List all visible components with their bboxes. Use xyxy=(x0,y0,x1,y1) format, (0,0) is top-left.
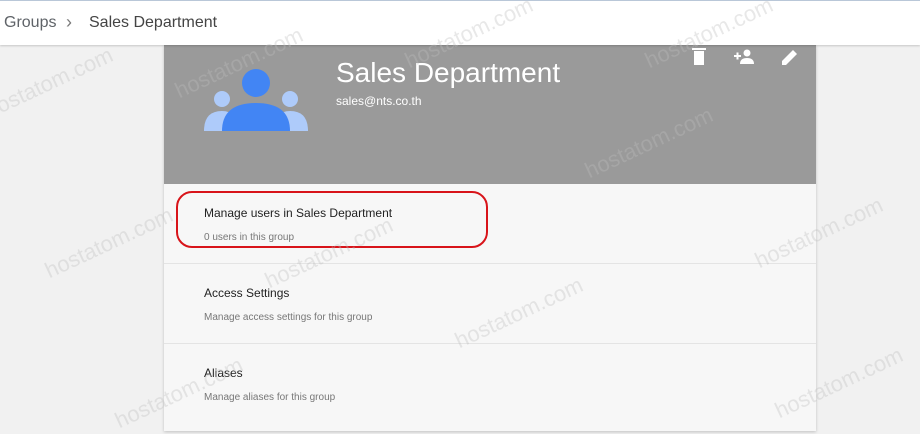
row-title: Aliases xyxy=(204,366,243,380)
list-item-access-settings[interactable]: Access Settings Manage access settings f… xyxy=(164,264,816,344)
row-subtitle: Manage access settings for this group xyxy=(204,312,373,323)
group-avatar-icon xyxy=(204,69,308,131)
add-member-icon[interactable] xyxy=(732,45,756,69)
row-title: Access Settings xyxy=(204,286,290,300)
watermark: hostatom.com xyxy=(40,202,177,284)
breadcrumb-current: Sales Department xyxy=(89,14,218,31)
group-header: Sales Department sales@nts.co.th xyxy=(164,45,816,184)
list-item-aliases[interactable]: Aliases Manage aliases for this group xyxy=(164,344,816,424)
trash-icon[interactable] xyxy=(687,45,711,69)
group-title: Sales Department xyxy=(336,57,561,88)
row-subtitle: Manage aliases for this group xyxy=(204,392,336,403)
row-subtitle: 0 users in this group xyxy=(204,232,295,243)
breadcrumb-groups-link[interactable]: Groups xyxy=(4,14,56,32)
row-title: Manage users in Sales Department xyxy=(204,206,393,220)
watermark: hostatom.com xyxy=(0,42,117,124)
top-bar: Groups › Sales Department xyxy=(0,0,920,45)
pencil-icon[interactable] xyxy=(778,45,802,69)
group-email: sales@nts.co.th xyxy=(336,94,422,108)
list-item-manage-users[interactable]: Manage users in Sales Department 0 users… xyxy=(164,184,816,264)
group-card: Sales Department sales@nts.co.th Manage … xyxy=(164,45,816,431)
breadcrumb-separator-icon: › xyxy=(66,12,72,32)
